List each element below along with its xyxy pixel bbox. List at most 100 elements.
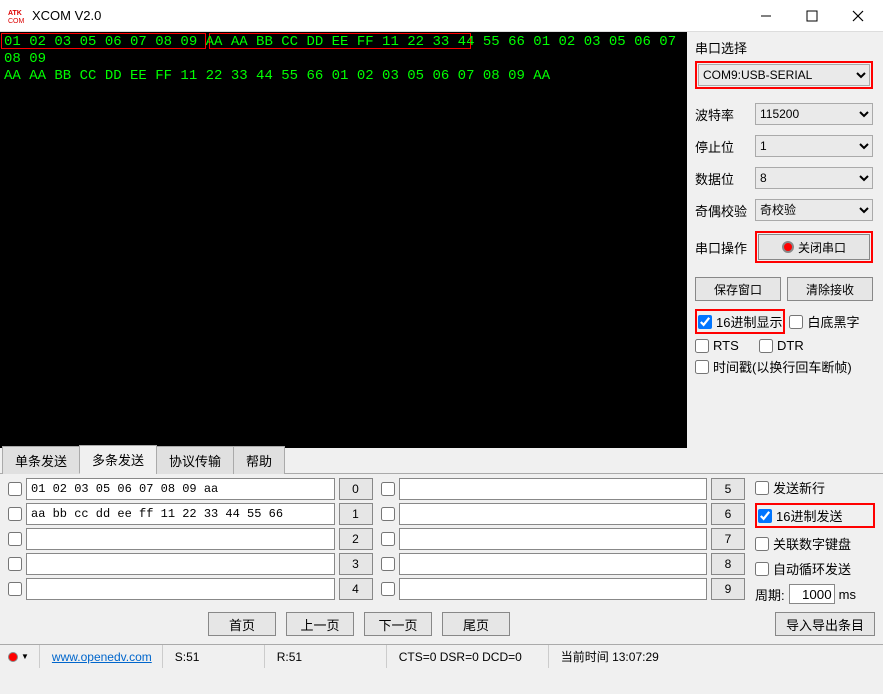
autoloop-checkbox[interactable] xyxy=(755,562,769,576)
autoloop-label: 自动循环发送 xyxy=(773,559,851,578)
send-row-button[interactable]: 8 xyxy=(711,553,745,575)
tab-protocol[interactable]: 协议传输 xyxy=(156,446,234,474)
chevron-down-icon[interactable]: ▼ xyxy=(21,652,29,661)
send-row-button[interactable]: 3 xyxy=(339,553,373,575)
send-row: 2 xyxy=(8,528,373,550)
white-bg-checkbox[interactable] xyxy=(789,315,803,329)
period-input[interactable] xyxy=(789,584,835,604)
first-page-button[interactable]: 首页 xyxy=(208,612,276,636)
window-title: XCOM V2.0 xyxy=(32,8,743,23)
tab-help[interactable]: 帮助 xyxy=(233,446,285,474)
nav-row: 首页 上一页 下一页 尾页 导入导出条目 xyxy=(0,608,883,644)
white-bg-label: 白底黑字 xyxy=(807,312,859,331)
databit-select[interactable]: 8 xyxy=(755,167,873,189)
send-row: 1 xyxy=(8,503,373,525)
send-row-button[interactable]: 9 xyxy=(711,578,745,600)
titlebar: ATKCOM XCOM V2.0 xyxy=(0,0,883,32)
send-row-checkbox[interactable] xyxy=(8,582,22,596)
hex-display-checkbox[interactable] xyxy=(698,315,712,329)
send-newline-label: 发送新行 xyxy=(773,478,825,497)
send-newline-checkbox[interactable] xyxy=(755,481,769,495)
dtr-label: DTR xyxy=(777,338,804,353)
parity-label: 奇偶校验 xyxy=(695,201,749,220)
send-row-input[interactable] xyxy=(26,528,335,550)
send-row-checkbox[interactable] xyxy=(8,482,22,496)
send-row-checkbox[interactable] xyxy=(8,557,22,571)
status-recv: R:51 xyxy=(267,645,387,668)
tabs: 单条发送 多条发送 协议传输 帮助 xyxy=(0,448,883,474)
send-row-checkbox[interactable] xyxy=(381,482,395,496)
send-row: 8 xyxy=(381,553,746,575)
send-row-button[interactable]: 7 xyxy=(711,528,745,550)
send-row-input[interactable] xyxy=(26,578,335,600)
send-row-checkbox[interactable] xyxy=(381,532,395,546)
send-row-input[interactable] xyxy=(399,478,708,500)
send-row-button[interactable]: 0 xyxy=(339,478,373,500)
tab-single-send[interactable]: 单条发送 xyxy=(2,446,80,474)
send-row-input[interactable] xyxy=(26,553,335,575)
app-logo: ATKCOM xyxy=(8,7,26,25)
numpad-label: 关联数字键盘 xyxy=(773,534,851,553)
maximize-button[interactable] xyxy=(789,1,835,31)
close-button[interactable] xyxy=(835,1,881,31)
send-row-button[interactable]: 6 xyxy=(711,503,745,525)
numpad-checkbox[interactable] xyxy=(755,537,769,551)
status-url[interactable]: www.openedv.com xyxy=(52,650,152,664)
port-toggle-button[interactable]: 关闭串口 xyxy=(758,234,870,260)
send-row: 6 xyxy=(381,503,746,525)
tab-multi-send[interactable]: 多条发送 xyxy=(79,445,157,474)
send-row-checkbox[interactable] xyxy=(381,557,395,571)
send-row-checkbox[interactable] xyxy=(8,532,22,546)
import-export-button[interactable]: 导入导出条目 xyxy=(775,612,875,636)
send-row-input[interactable] xyxy=(399,503,708,525)
send-row-input[interactable] xyxy=(399,528,708,550)
side-panel: 串口选择 COM9:USB-SERIAL 波特率 115200 停止位 1 数据… xyxy=(687,32,883,448)
send-row-checkbox[interactable] xyxy=(381,582,395,596)
send-row-input[interactable] xyxy=(26,503,335,525)
send-row: 4 xyxy=(8,578,373,600)
send-row-input[interactable] xyxy=(26,478,335,500)
hex-display-label: 16进制显示 xyxy=(716,312,782,331)
send-row: 3 xyxy=(8,553,373,575)
op-label: 串口操作 xyxy=(695,238,749,257)
period-label: 周期: xyxy=(755,585,785,604)
send-row-button[interactable]: 5 xyxy=(711,478,745,500)
status-dot-icon xyxy=(8,652,18,662)
status-signals: CTS=0 DSR=0 DCD=0 xyxy=(389,645,549,668)
parity-select[interactable]: 奇校验 xyxy=(755,199,873,221)
multi-send-area: 0 1 2 3 4 5 6 7 8 9 发送新行 16进制发送 关联数字键盘 自动循环发送 周期… xyxy=(0,474,883,608)
send-row-button[interactable]: 1 xyxy=(339,503,373,525)
dtr-checkbox[interactable] xyxy=(759,339,773,353)
send-row-button[interactable]: 4 xyxy=(339,578,373,600)
hex-send-label: 16进制发送 xyxy=(776,506,842,525)
baud-label: 波特率 xyxy=(695,105,749,124)
minimize-button[interactable] xyxy=(743,1,789,31)
save-window-button[interactable]: 保存窗口 xyxy=(695,277,781,301)
send-row-checkbox[interactable] xyxy=(8,507,22,521)
svg-text:ATK: ATK xyxy=(8,10,22,17)
send-row-button[interactable]: 2 xyxy=(339,528,373,550)
record-icon xyxy=(782,241,794,253)
stop-label: 停止位 xyxy=(695,137,749,156)
status-bar: ▼ www.openedv.com S:51 R:51 CTS=0 DSR=0 … xyxy=(0,644,883,668)
send-row: 0 xyxy=(8,478,373,500)
baud-select[interactable]: 115200 xyxy=(755,103,873,125)
rts-label: RTS xyxy=(713,338,755,353)
svg-text:COM: COM xyxy=(8,18,25,25)
stopbit-select[interactable]: 1 xyxy=(755,135,873,157)
send-row-checkbox[interactable] xyxy=(381,507,395,521)
send-row-input[interactable] xyxy=(399,553,708,575)
terminal-line: 01 02 03 05 06 07 08 09 AA AA BB CC DD E… xyxy=(4,34,683,68)
next-page-button[interactable]: 下一页 xyxy=(364,612,432,636)
timestamp-label: 时间戳(以换行回车断帧) xyxy=(713,357,852,376)
prev-page-button[interactable]: 上一页 xyxy=(286,612,354,636)
status-time: 当前时间 13:07:29 xyxy=(551,645,669,668)
send-row-input[interactable] xyxy=(399,578,708,600)
rts-checkbox[interactable] xyxy=(695,339,709,353)
clear-recv-button[interactable]: 清除接收 xyxy=(787,277,873,301)
last-page-button[interactable]: 尾页 xyxy=(442,612,510,636)
hex-send-checkbox[interactable] xyxy=(758,509,772,523)
timestamp-checkbox[interactable] xyxy=(695,360,709,374)
status-sent: S:51 xyxy=(165,645,265,668)
port-select[interactable]: COM9:USB-SERIAL xyxy=(698,64,870,86)
